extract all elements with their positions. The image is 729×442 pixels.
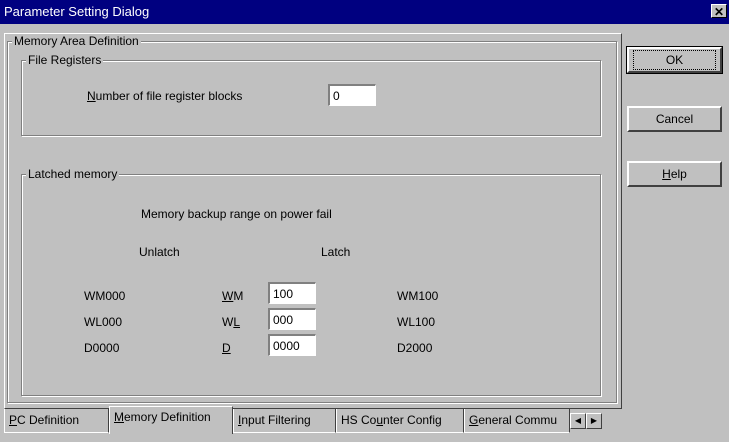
title-bar: Parameter Setting Dialog ✕ <box>0 0 729 24</box>
latched-memory-title: Latched memory <box>26 167 120 181</box>
window-title: Parameter Setting Dialog <box>4 4 150 19</box>
d-code-label: D <box>222 341 231 355</box>
file-register-blocks-label: Number of file register blocks <box>87 89 243 103</box>
cancel-button[interactable]: Cancel <box>627 106 722 132</box>
backup-range-caption: Memory backup range on power fail <box>141 207 332 221</box>
file-register-blocks-input[interactable] <box>328 84 376 106</box>
wl-code-label: WL <box>222 315 241 329</box>
ok-button[interactable]: OK <box>626 46 723 74</box>
unlatch-d-label: D0000 <box>84 341 120 355</box>
tab-scroll-right-button[interactable]: ▶ <box>586 413 602 429</box>
latch-d-label: D2000 <box>397 341 433 355</box>
tab-input-filtering[interactable]: Input Filtering <box>233 409 336 433</box>
latch-wl-label: WL100 <box>397 315 436 329</box>
wm-value-input[interactable] <box>268 282 316 304</box>
unlatch-header: Unlatch <box>139 245 180 259</box>
arrow-left-icon: ◀ <box>574 416 582 425</box>
ok-label: OK <box>633 50 716 70</box>
latch-header: Latch <box>321 245 351 259</box>
tab-hs-counter-config[interactable]: HS Counter Config <box>336 409 464 433</box>
tab-memory-definition[interactable]: Memory Definition <box>109 406 233 434</box>
close-icon: ✕ <box>713 5 725 19</box>
tab-general-commu[interactable]: General Commu <box>464 409 570 433</box>
wm-code-label: WM <box>222 289 244 303</box>
tab-scroll-left-button[interactable]: ◀ <box>570 413 586 429</box>
wl-value-input[interactable] <box>268 308 316 330</box>
file-registers-title: File Registers <box>26 53 104 67</box>
unlatch-wl-label: WL000 <box>84 315 123 329</box>
tab-pc-definition[interactable]: PC Definition <box>4 409 109 433</box>
arrow-right-icon: ▶ <box>590 416 598 425</box>
cancel-label: Cancel <box>655 112 694 126</box>
unlatch-wm-label: WM000 <box>84 289 126 303</box>
close-button[interactable]: ✕ <box>711 4 727 19</box>
help-label: Help <box>662 167 687 181</box>
d-value-input[interactable] <box>268 334 316 356</box>
dialog-client: Memory Area Definition File Registers Nu… <box>0 24 729 442</box>
memory-area-group: Memory Area Definition File Registers Nu… <box>7 34 617 403</box>
tab-panel-memory-definition: Memory Area Definition File Registers Nu… <box>4 33 622 409</box>
memory-area-title: Memory Area Definition <box>12 34 141 48</box>
help-button[interactable]: Help <box>627 161 722 187</box>
latched-memory-group: Latched memory Memory backup range on po… <box>21 167 601 396</box>
file-registers-group: File Registers Number of file register b… <box>21 53 601 136</box>
latch-wm-label: WM100 <box>397 289 439 303</box>
